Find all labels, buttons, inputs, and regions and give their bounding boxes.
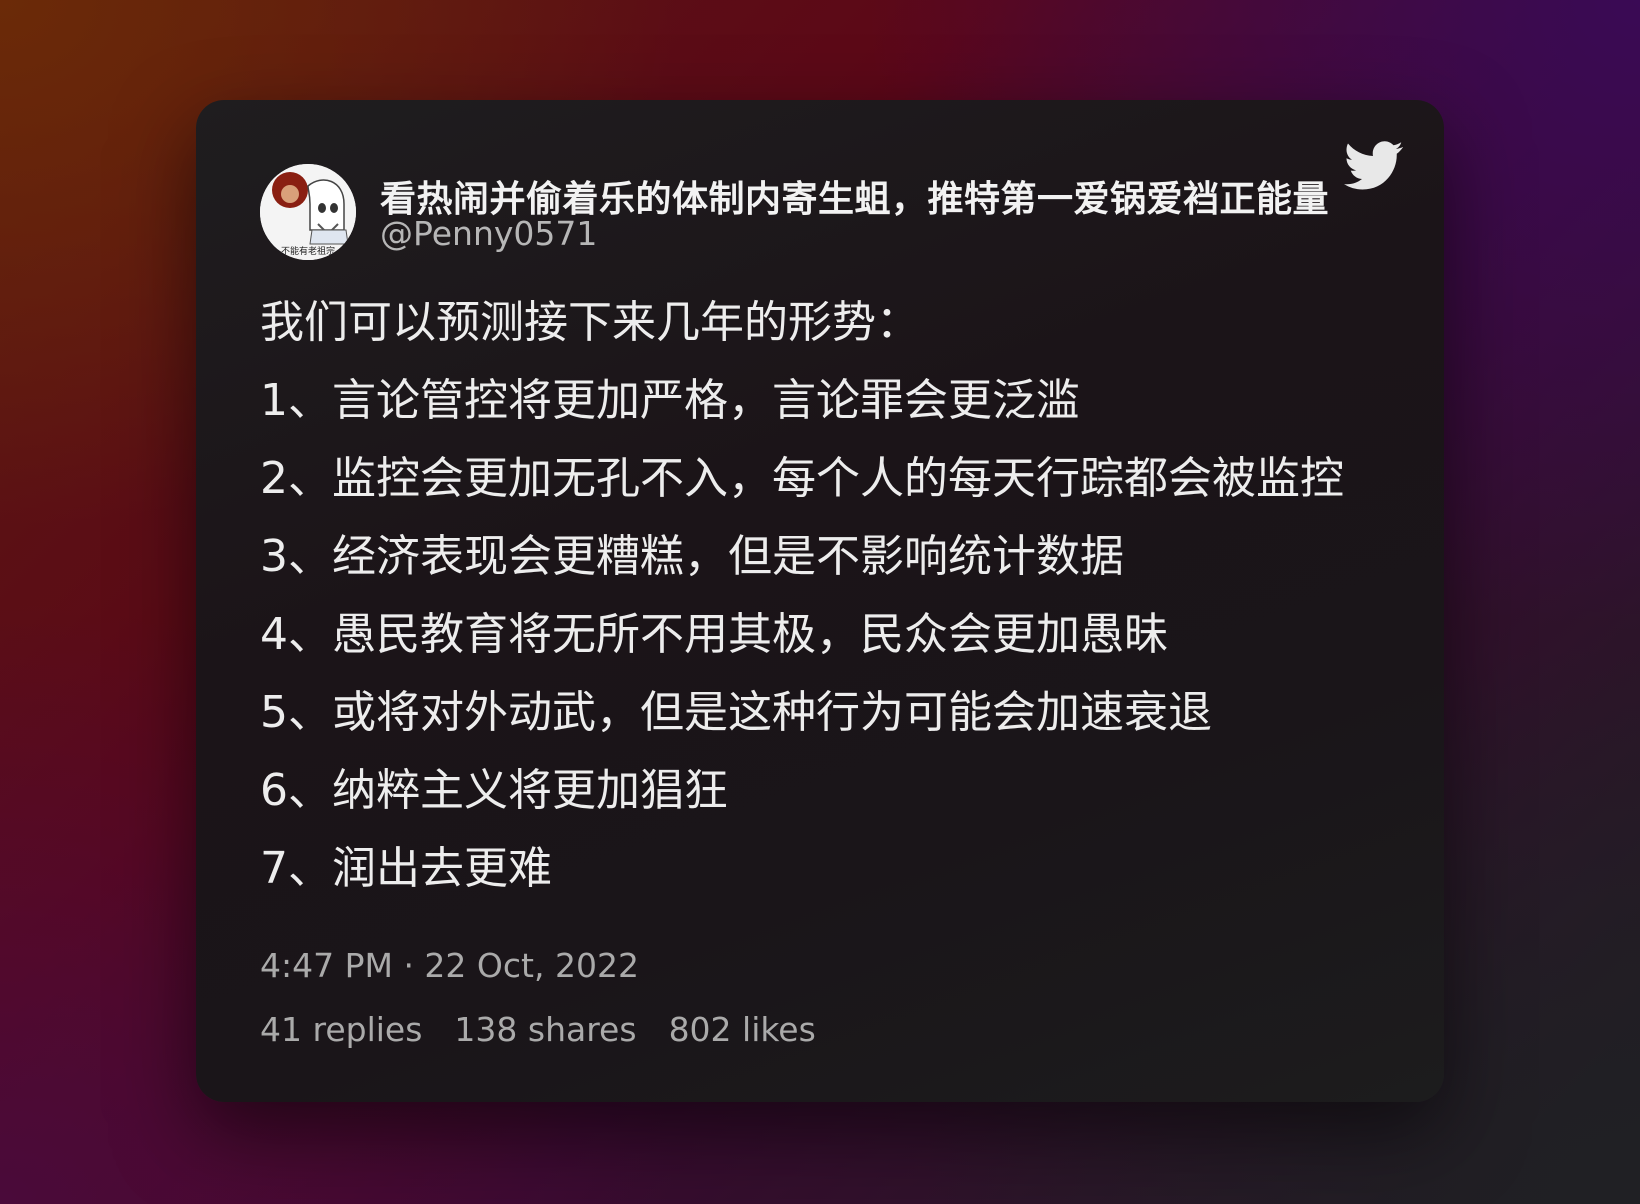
tweet-line: 3、经济表现会更糟糕，但是不影响统计数据: [260, 531, 1124, 582]
tweet-line: 5、或将对外动武，但是这种行为可能会加速衰退: [260, 687, 1212, 738]
anime-avatar-icon: 不能有老祖宗: [260, 164, 356, 260]
replies-count[interactable]: 41 replies: [260, 1010, 422, 1049]
tweet-card: 不能有老祖宗 看热闹并偷着乐的体制内寄生蛆，推特第一爱锅爱裆正能量 @Penny…: [196, 100, 1444, 1102]
tweet-line: 我们可以预测接下来几年的形势：: [260, 297, 920, 348]
likes-count[interactable]: 802 likes: [669, 1010, 816, 1049]
tweet-line: 6、纳粹主义将更加猖狂: [260, 765, 728, 816]
tweet-line: 7、润出去更难: [260, 843, 552, 894]
tweet-line: 4、愚民教育将无所不用其极，民众会更加愚昧: [260, 609, 1168, 660]
tweet-text: 我们可以预测接下来几年的形势： 1、言论管控将更加严格，言论罪会更泛滥 2、监控…: [260, 284, 1400, 908]
twitter-bird-icon[interactable]: [1344, 140, 1404, 192]
tweet-line: 2、监控会更加无孔不入，每个人的每天行踪都会被监控: [260, 453, 1344, 504]
shares-count[interactable]: 138 shares: [454, 1010, 636, 1049]
engagement-stats: 41 replies 138 shares 802 likes: [260, 1010, 816, 1049]
tweet-timestamp[interactable]: 4:47 PM · 22 Oct, 2022: [260, 946, 639, 985]
twitter-bird-shape: [1344, 141, 1403, 190]
tweet-line: 1、言论管控将更加严格，言论罪会更泛滥: [260, 375, 1080, 426]
avatar[interactable]: 不能有老祖宗: [260, 164, 356, 260]
avatar-caption: 不能有老祖宗: [281, 245, 335, 257]
user-handle[interactable]: @Penny0571: [380, 214, 597, 253]
